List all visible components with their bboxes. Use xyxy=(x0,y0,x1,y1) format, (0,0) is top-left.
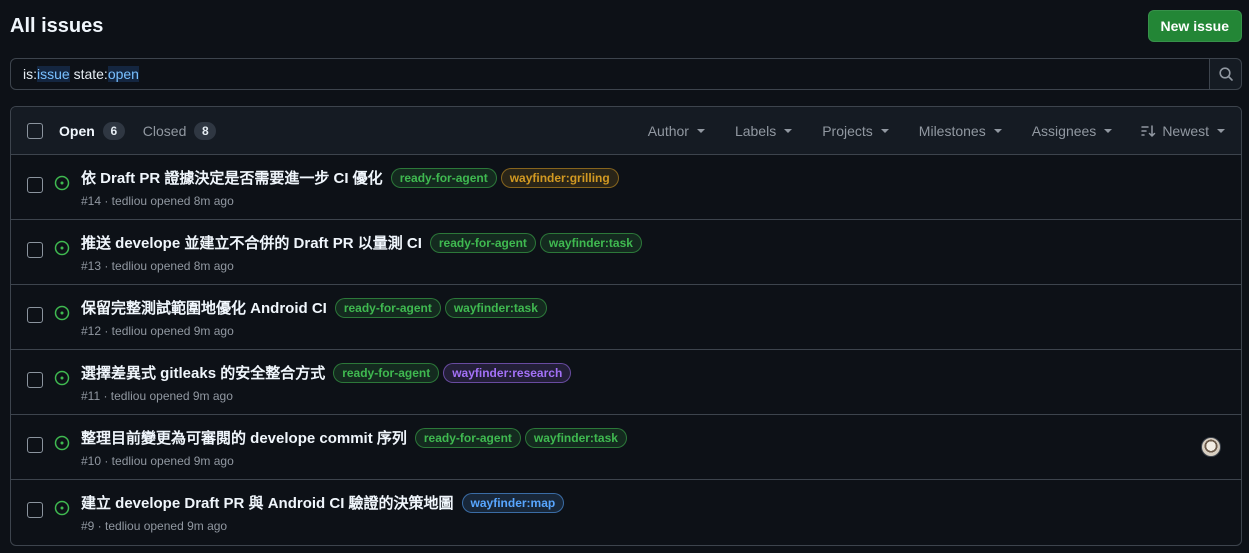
tab-closed-label: Closed xyxy=(142,122,187,139)
issue-title-line: 選擇差異式 gitleaks 的安全整合方式 ready-for-agent way… xyxy=(81,362,572,383)
issue-rows: 依 Draft PR 證據決定是否需要進一步 CI 優化 ready-for-ag… xyxy=(11,155,1241,545)
issue-label[interactable]: wayfinder:task xyxy=(539,232,642,253)
chevron-down-icon xyxy=(696,128,705,133)
issue-meta: #9 · tedliou opened 9m ago xyxy=(81,519,228,533)
sort-icon xyxy=(1141,124,1156,137)
new-issue-button[interactable]: New issue xyxy=(1147,10,1242,42)
issue-opened-icon xyxy=(54,175,70,194)
sort-dropdown[interactable]: Newest xyxy=(1140,123,1225,139)
chevron-down-icon xyxy=(1104,128,1113,133)
issue-title-line: 建立 develope Draft PR 與 Android CI 驗證的決策地… xyxy=(81,492,565,513)
query-value: issue xyxy=(37,66,70,82)
assignee-avatar[interactable] xyxy=(1201,437,1221,457)
filter-label: Milestones xyxy=(918,122,986,139)
issue-row[interactable]: 依 Draft PR 證據決定是否需要進一步 CI 優化 ready-for-ag… xyxy=(11,155,1241,220)
issue-opened-icon xyxy=(54,500,70,519)
issue-checkbox[interactable] xyxy=(27,372,43,388)
chevron-down-icon xyxy=(1217,128,1225,133)
filter-label: Labels xyxy=(734,122,777,139)
issue-label[interactable]: ready-for-agent xyxy=(390,167,497,188)
issue-title-line: 保留完整測試範圍地優化 Android CI ready-for-agent way… xyxy=(81,297,547,318)
issue-title-link[interactable]: 整理目前變更為可審閱的 develope commit 序列 xyxy=(81,427,407,448)
issue-opened-icon xyxy=(54,370,70,389)
issue-title-link[interactable]: 依 Draft PR 證據決定是否需要進一步 CI 優化 xyxy=(81,167,383,188)
filter-assignees[interactable]: Assignees xyxy=(1032,123,1113,139)
issue-title-line: 推送 develope 並建立不合併的 Draft PR 以量測 CI ready… xyxy=(81,232,642,253)
search-input[interactable]: is: issue state: open xyxy=(10,58,1210,90)
issue-label[interactable]: wayfinder:map xyxy=(461,492,565,513)
issue-meta: #13 · tedliou opened 8m ago xyxy=(81,259,234,273)
issue-row[interactable]: 選擇差異式 gitleaks 的安全整合方式 ready-for-agent way… xyxy=(11,350,1241,415)
issue-checkbox[interactable] xyxy=(27,502,43,518)
closed-count: 8 xyxy=(194,121,217,140)
issue-label[interactable]: wayfinder:grilling xyxy=(500,167,619,188)
tab-open-label: Open xyxy=(59,122,95,139)
issue-opened-icon xyxy=(54,305,70,324)
issue-checkbox[interactable] xyxy=(27,177,43,193)
chevron-down-icon xyxy=(784,128,793,133)
issue-checkbox[interactable] xyxy=(27,307,43,323)
filter-labels[interactable]: Labels xyxy=(734,122,793,139)
filter-milestones[interactable]: Milestones xyxy=(919,123,1002,139)
search-icon xyxy=(1218,67,1233,81)
issue-checkbox[interactable] xyxy=(27,242,43,258)
sort-label: Newest xyxy=(1162,122,1209,139)
issue-label[interactable]: wayfinder:task xyxy=(444,297,547,318)
filter-author[interactable]: Author xyxy=(648,123,705,139)
tab-open[interactable]: Open 6 xyxy=(59,121,125,140)
issue-label[interactable]: wayfinder:research xyxy=(443,362,572,383)
tab-closed[interactable]: Closed 8 xyxy=(142,121,217,140)
search-bar: is: issue state: open xyxy=(10,58,1242,90)
filter-label: Projects xyxy=(822,122,873,139)
page-header: All issues New issue xyxy=(10,9,1242,43)
filter-projects[interactable]: Projects xyxy=(822,123,889,139)
issue-label[interactable]: wayfinder:task xyxy=(524,427,627,448)
query-key: is: xyxy=(23,66,37,82)
issue-opened-icon xyxy=(54,240,70,259)
issue-title-line: 依 Draft PR 證據決定是否需要進一步 CI 優化 ready-for-ag… xyxy=(81,167,619,188)
issue-label[interactable]: ready-for-agent xyxy=(429,232,536,253)
issues-list: Open 6 Closed 8 Author Labels Projects Mile… xyxy=(10,106,1242,546)
issue-row[interactable]: 建立 develope Draft PR 與 Android CI 驗證的決策地… xyxy=(11,480,1241,545)
open-count: 6 xyxy=(102,121,125,140)
issue-meta: #12 · tedliou opened 9m ago xyxy=(81,324,234,338)
issue-title-link[interactable]: 推送 develope 並建立不合併的 Draft PR 以量測 CI xyxy=(81,232,422,253)
issue-meta: #14 · tedliou opened 8m ago xyxy=(81,194,234,208)
issue-label[interactable]: ready-for-agent xyxy=(414,427,521,448)
issue-meta: #11 · tedliou opened 9m ago xyxy=(81,389,233,403)
chevron-down-icon xyxy=(880,128,889,133)
chevron-down-icon xyxy=(993,128,1002,133)
issue-row[interactable]: 推送 develope 並建立不合併的 Draft PR 以量測 CI ready… xyxy=(11,220,1241,285)
issue-label[interactable]: ready-for-agent xyxy=(333,362,440,383)
issue-checkbox[interactable] xyxy=(27,437,43,453)
query-value: open xyxy=(107,66,139,82)
issue-label[interactable]: ready-for-agent xyxy=(334,297,441,318)
search-button[interactable] xyxy=(1210,58,1242,90)
issue-opened-icon xyxy=(54,435,70,454)
issue-title-link[interactable]: 保留完整測試範圍地優化 Android CI xyxy=(81,297,327,318)
issue-title-link[interactable]: 選擇差異式 gitleaks 的安全整合方式 xyxy=(81,362,325,383)
issue-title-line: 整理目前變更為可審閱的 develope commit 序列 ready-for-… xyxy=(81,427,627,448)
page-title: All issues xyxy=(10,14,104,37)
select-all-checkbox[interactable] xyxy=(27,122,43,139)
filter-label: Author xyxy=(647,122,689,139)
filter-bar: Author Labels Projects Milestones Assignees N… xyxy=(618,123,1225,139)
filter-label: Assignees xyxy=(1031,122,1097,139)
issue-row[interactable]: 整理目前變更為可審閱的 develope commit 序列 ready-for-… xyxy=(11,415,1241,480)
issue-meta: #10 · tedliou opened 9m ago xyxy=(81,454,234,468)
issues-list-header: Open 6 Closed 8 Author Labels Projects Mile… xyxy=(11,107,1241,155)
issue-title-link[interactable]: 建立 develope Draft PR 與 Android CI 驗證的決策地… xyxy=(81,492,454,513)
issue-row[interactable]: 保留完整測試範圍地優化 Android CI ready-for-agent way… xyxy=(11,285,1241,350)
query-key: state: xyxy=(69,66,108,82)
